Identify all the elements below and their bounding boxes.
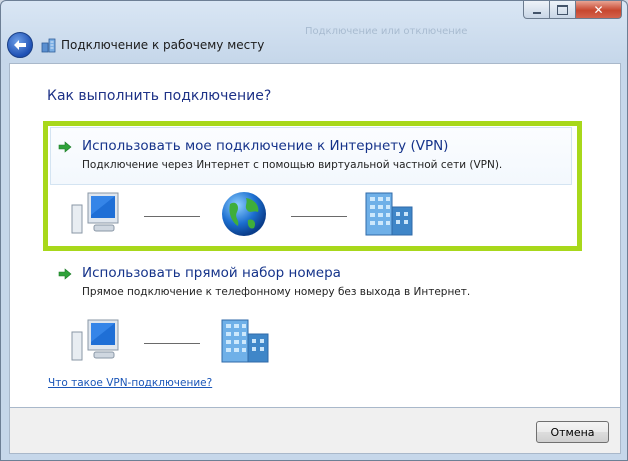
connection-line [144, 343, 200, 344]
minimize-button[interactable] [523, 1, 550, 19]
maximize-button[interactable] [550, 1, 576, 19]
background-window-title: Подключение или отключение [305, 26, 468, 37]
vpn-help-link[interactable]: Что такое VPN-подключение? [48, 377, 212, 389]
connection-line [291, 216, 347, 217]
wizard-footer: Отмена [9, 408, 621, 454]
workplace-connection-icon [41, 38, 56, 53]
option-dialup-title[interactable]: Использовать прямой набор номера [82, 265, 341, 281]
option-vpn-description: Подключение через Интернет с помощью вир… [82, 159, 503, 171]
navigation-bar: Подключение к рабочему месту [7, 32, 264, 58]
globe-icon [222, 192, 266, 236]
connection-line [144, 216, 200, 217]
window-title: Подключение к рабочему месту [61, 38, 265, 52]
green-arrow-icon [58, 141, 72, 153]
office-building-icon [365, 192, 413, 236]
computer-icon [71, 192, 119, 234]
office-building-icon [221, 319, 269, 363]
maximize-icon [557, 4, 568, 15]
close-icon: ✕ [593, 2, 604, 17]
caption-buttons: ✕ [523, 1, 622, 19]
close-button[interactable]: ✕ [576, 1, 622, 19]
option-dialup-description: Прямое подключение к телефонному номеру … [82, 286, 471, 298]
page-heading: Как выполнить подключение? [47, 88, 272, 104]
computer-icon [71, 319, 119, 361]
option-vpn[interactable] [50, 127, 572, 185]
green-arrow-icon [58, 268, 72, 280]
minimize-icon [532, 11, 541, 14]
wizard-content: Как выполнить подключение? Использовать … [9, 63, 621, 408]
back-button[interactable] [7, 32, 33, 58]
wizard-window: Подключение или отключение ✕ Подключение… [0, 0, 628, 461]
option-vpn-title[interactable]: Использовать мое подключение к Интернету… [82, 138, 448, 154]
cancel-button[interactable]: Отмена [536, 421, 609, 443]
back-arrow-icon [14, 40, 26, 50]
